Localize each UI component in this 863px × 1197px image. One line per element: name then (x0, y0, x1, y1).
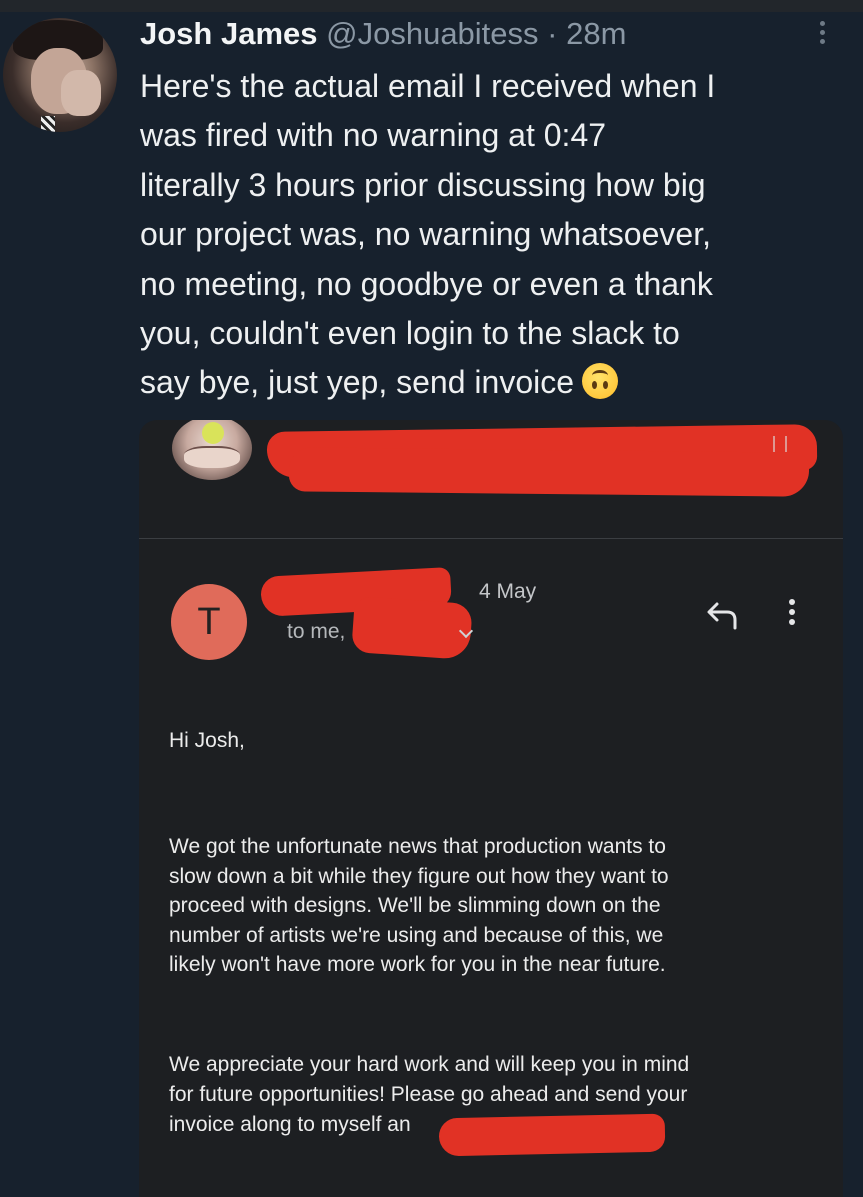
email-line: We appreciate your hard work and will ke… (169, 1053, 690, 1076)
recipient-label[interactable]: to me, (287, 620, 345, 644)
email-paragraph-1: We got the unfortunate news that product… (169, 832, 669, 980)
kebab-menu-icon[interactable] (785, 596, 799, 636)
tweet-timestamp[interactable]: 28m (566, 16, 626, 51)
author-avatar[interactable] (3, 18, 117, 132)
mini-profile-photo (172, 420, 252, 480)
email-line: slow down a bit while they figure out ho… (169, 864, 669, 888)
body-redaction (438, 1113, 666, 1157)
email-line: We got the unfortunate news that product… (169, 835, 666, 858)
tweet-text-line: you, couldn't even login to the slack to (140, 315, 680, 352)
header-separator: · (547, 16, 558, 51)
tweet-text-line-last: say bye, just yep, send invoice (140, 358, 852, 407)
tweet-text-line: literally 3 hours prior discussing how b… (140, 166, 706, 203)
avatar-hand (61, 70, 101, 116)
attached-email-image[interactable]: T 4 May to me, Hi Josh, We got the unfor… (139, 420, 843, 1197)
author-handle[interactable]: @Joshuabitess (326, 16, 538, 51)
sender-avatar[interactable]: T (171, 584, 247, 660)
top-strip (0, 0, 863, 12)
email-line: proceed with designs. We'll be slimming … (169, 894, 661, 917)
avatar-tie (41, 116, 55, 132)
author-name[interactable]: Josh James (140, 16, 318, 51)
photo-fingers (184, 446, 240, 468)
more-options-icon[interactable] (812, 18, 832, 50)
partial-glyph (773, 436, 787, 452)
photo-bird (202, 422, 224, 444)
email-date: 4 May (479, 580, 537, 603)
email-line: for future opportunities! Please go ahea… (169, 1083, 688, 1106)
redaction-mark (288, 447, 810, 497)
tweet-header: Josh James @Joshuabitess · 28m (140, 14, 840, 56)
reply-icon[interactable] (705, 596, 741, 632)
email-divider (139, 538, 843, 539)
recipient-redaction (351, 595, 473, 661)
upside-down-face-emoji-icon (582, 363, 619, 400)
email-greeting: Hi Josh, (169, 729, 245, 752)
email-line: number of artists we're using and becaus… (169, 923, 664, 947)
tweet-text: Here's the actual email I received when … (140, 62, 852, 408)
tweet-text-line: Here's the actual email I received when … (140, 68, 716, 104)
screenshot-frame: Josh James @Joshuabitess · 28m Here's th… (0, 0, 863, 1197)
tweet-text-line: no meeting, no goodbye or even a thank (140, 265, 713, 302)
email-line: likely won't have more work for you in t… (169, 953, 666, 976)
tweet-text-line: our project was, no warning whatsoever, (140, 216, 711, 253)
tweet-text-line: was fired with no warning at 0:47 (140, 117, 607, 154)
tweet-text-final: say bye, just yep, send invoice (140, 364, 575, 401)
